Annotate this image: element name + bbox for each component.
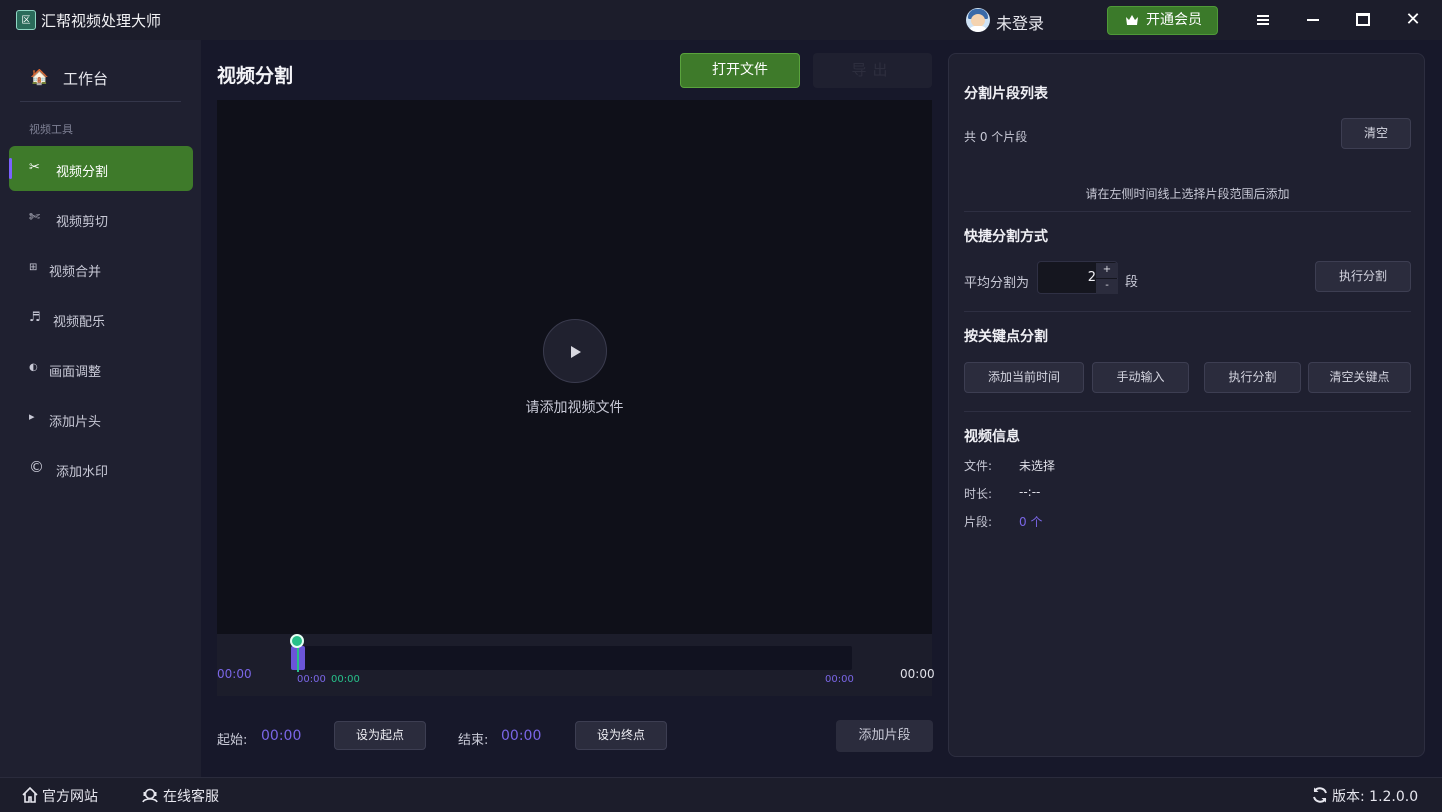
clear-segments-button[interactable]: 清空 [1341,118,1411,149]
execute-average-split-button[interactable]: 执行分割 [1315,261,1411,292]
add-current-time-button[interactable]: 添加当前时间 [964,362,1084,393]
online-support-link[interactable]: 在线客服 [163,786,219,806]
sidebar-item-label: 工作台 [63,70,109,88]
segment-count-stepper[interactable]: 2 + - [1037,261,1118,294]
range-start-marker: 00:00 [297,674,326,685]
video-info-title: 视频信息 [964,429,1020,445]
execute-keypoint-split-button[interactable]: 执行分割 [1204,362,1301,393]
start-value: 00:00 [261,728,302,744]
sidebar-item-label: 添加片头 [49,415,102,430]
home-icon [22,786,38,803]
cut-icon: ✄ [29,210,40,225]
set-start-button[interactable]: 设为起点 [334,721,426,750]
end-label: 结束: [458,733,489,748]
average-split-label: 平均分割为 [964,276,1030,291]
info-duration-label: 时长: [964,487,993,501]
sidebar-divider [20,101,181,102]
sidebar-item-picture-adjust[interactable]: ◐ 画面调整 [9,346,193,391]
decrement-button[interactable]: - [1096,279,1118,294]
sidebar-item-label: 视频分割 [56,165,109,180]
sidebar-item-video-music[interactable]: ♬ 视频配乐 [9,296,193,341]
segment-unit-label: 段 [1125,275,1139,290]
info-file-value: 未选择 [1019,459,1056,473]
title-bar: 区 汇帮视频处理大师 未登录 开通会员 ✕ [0,0,1442,40]
playhead-handle[interactable] [290,634,304,648]
add-segment-button[interactable]: 添加片段 [836,720,933,752]
sidebar-item-video-merge[interactable]: ⊞ 视频合并 [9,246,193,291]
start-label: 起始: [217,733,248,748]
user-avatar-icon[interactable] [966,8,990,32]
sidebar-section-label: 视频工具 [29,123,73,136]
home-icon: 🏠 [30,68,49,86]
sidebar-item-add-intro[interactable]: ▸ 添加片头 [9,396,193,441]
contrast-icon: ◐ [29,362,38,373]
export-button[interactable]: 导出 [813,53,932,88]
segment-count-value[interactable]: 2 [1038,270,1096,285]
support-icon [142,788,158,803]
divider [964,211,1411,212]
play-button[interactable] [543,319,607,383]
sidebar-item-label: 视频合并 [49,265,102,280]
sidebar-item-label: 视频剪切 [56,215,109,230]
login-status-label[interactable]: 未登录 [996,10,1044,34]
status-bar: 官方网站 在线客服 版本: 1.2.0.0 [0,777,1442,812]
merge-icon: ⊞ [29,262,38,273]
sidebar-item-label: 视频配乐 [53,315,106,330]
quick-split-title: 快捷分割方式 [964,229,1048,245]
close-icon[interactable]: ✕ [1398,6,1428,34]
playhead-line [297,646,299,672]
keypoint-split-title: 按关键点分割 [964,329,1048,345]
sidebar-item-add-watermark[interactable]: © 添加水印 [9,446,193,491]
clear-keypoints-button[interactable]: 清空关键点 [1308,362,1411,393]
page-title: 视频分割 [217,65,294,87]
right-panel: 分割片段列表 共 0 个片段 清空 请在左侧时间线上选择片段范围后添加 快捷分割… [948,53,1425,757]
music-icon: ♬ [29,310,41,325]
sidebar-item-video-split[interactable]: ✂ 视频分割 [9,146,193,191]
play-icon [571,346,581,358]
range-end-marker: 00:00 [825,674,854,685]
version-label[interactable]: 版本: 1.2.0.0 [1332,786,1418,806]
info-duration-value: --:-- [1019,485,1041,499]
timeline-start-time: 00:00 [217,667,252,681]
minimize-icon[interactable] [1298,6,1328,34]
sidebar-item-label: 添加水印 [56,465,109,480]
timeline-track[interactable] [291,646,852,670]
open-file-button[interactable]: 打开文件 [680,53,800,88]
segments-list-title: 分割片段列表 [964,86,1048,102]
player-hint: 请添加视频文件 [525,400,624,416]
divider [964,311,1411,312]
end-value: 00:00 [501,728,542,744]
timeline-total-time: 00:00 [900,667,935,681]
sidebar: 🏠 工作台 视频工具 ✂ 视频分割 ✄ 视频剪切 ⊞ 视频合并 ♬ 视频配乐 ◐… [0,40,201,777]
info-file-label: 文件: [964,459,993,473]
scissors-icon: ✂ [29,160,40,175]
app-logo-icon: 区 [16,10,36,30]
menu-icon[interactable] [1248,6,1278,34]
sidebar-item-label: 画面调整 [49,365,102,380]
open-vip-button[interactable]: 开通会员 [1107,6,1218,35]
official-website-link[interactable]: 官方网站 [42,786,98,806]
info-segments-value: 0 个 [1019,515,1043,529]
maximize-icon[interactable] [1348,6,1378,34]
segments-count: 共 0 个片段 [964,130,1028,144]
manual-input-button[interactable]: 手动输入 [1092,362,1189,393]
segments-hint: 请在左侧时间线上选择片段范围后添加 [1085,187,1290,201]
video-player[interactable]: 请添加视频文件 [217,100,932,634]
sidebar-item-video-cut[interactable]: ✄ 视频剪切 [9,196,193,241]
open-vip-label: 开通会员 [1146,12,1202,28]
refresh-icon [1313,787,1327,803]
set-end-button[interactable]: 设为终点 [575,721,667,750]
app-title: 汇帮视频处理大师 [41,12,162,30]
increment-button[interactable]: + [1096,263,1118,278]
divider [964,411,1411,412]
current-time-marker: 00:00 [331,674,360,685]
info-segments-label: 片段: [964,515,993,529]
copyright-icon: © [29,458,44,476]
play-small-icon: ▸ [29,410,35,423]
crown-icon [1126,15,1138,25]
